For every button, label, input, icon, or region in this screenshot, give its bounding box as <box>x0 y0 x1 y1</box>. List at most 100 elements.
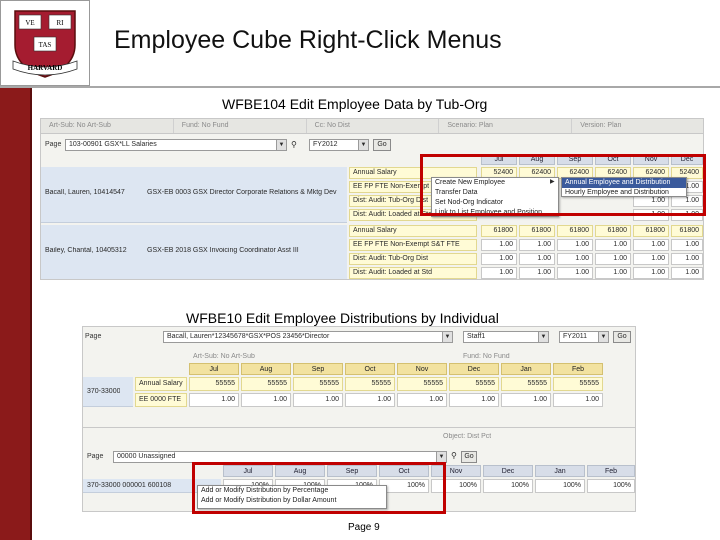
data-cell[interactable]: 1.00 <box>671 267 703 279</box>
month-header: Jan <box>535 465 585 477</box>
dist-cell[interactable]: 100% <box>587 479 635 493</box>
data-cell[interactable]: 1.00 <box>345 393 395 407</box>
data-cell[interactable]: 1.00 <box>481 267 517 279</box>
chevron-down-icon: ▼ <box>358 140 368 150</box>
data-cell[interactable]: 1.00 <box>519 239 555 251</box>
go-button-2[interactable]: Go <box>461 451 477 463</box>
dist-cell[interactable]: 100% <box>535 479 585 493</box>
month-header: Jul <box>189 363 239 375</box>
pov-art-sub[interactable]: Art-Sub: No Art-Sub <box>193 353 255 360</box>
measure-label[interactable]: Dist: Audit: Loaded at Std <box>349 267 477 279</box>
year-select-value: FY2011 <box>563 333 587 340</box>
data-cell[interactable]: 61800 <box>481 225 517 237</box>
data-cell[interactable]: 1.00 <box>241 393 291 407</box>
data-cell[interactable]: 1.00 <box>293 393 343 407</box>
data-cell[interactable]: 61800 <box>633 225 669 237</box>
page-select-value: 103-00901 GSX*LL Salaries <box>69 141 157 148</box>
month-header: Feb <box>553 363 603 375</box>
chevron-down-icon: ▼ <box>276 140 286 150</box>
highlight-box <box>192 462 446 514</box>
year-select[interactable]: FY2011 ▼ <box>559 331 609 343</box>
staff-select[interactable]: Staff1 ▼ <box>463 331 549 343</box>
logo-letters-3: TAS <box>39 41 52 49</box>
data-cell[interactable]: 61800 <box>519 225 555 237</box>
data-cell[interactable]: 55555 <box>189 377 239 391</box>
data-cell[interactable]: 55555 <box>397 377 447 391</box>
logo-banner: HARVARD <box>28 64 63 72</box>
employee-name[interactable]: Bailey, Chantal, 10405312 <box>45 247 127 254</box>
data-cell[interactable]: 55555 <box>501 377 551 391</box>
month-header: Dec <box>483 465 533 477</box>
data-cell[interactable]: 1.00 <box>481 253 517 265</box>
pov-art-sub[interactable]: Art-Sub: No Art-Sub <box>41 119 174 133</box>
data-cell[interactable]: 1.00 <box>397 393 447 407</box>
measure-label[interactable]: Annual Salary <box>135 377 187 391</box>
data-cell[interactable]: 1.00 <box>595 267 631 279</box>
data-cell[interactable]: 1.00 <box>501 393 551 407</box>
month-header: Dec <box>449 363 499 375</box>
employee-name[interactable]: Bacall, Lauren, 10414547 <box>45 189 125 196</box>
pov-fund[interactable]: Fund: No Fund <box>463 353 510 360</box>
org-label[interactable]: 370-33000 <box>87 388 120 395</box>
data-cell[interactable]: 1.00 <box>449 393 499 407</box>
data-cell[interactable]: 55555 <box>345 377 395 391</box>
data-cell[interactable]: 1.00 <box>671 239 703 251</box>
page-label: Page <box>85 333 102 340</box>
month-header: Oct <box>345 363 395 375</box>
data-cell[interactable]: 61800 <box>671 225 703 237</box>
data-cell[interactable]: 1.00 <box>595 239 631 251</box>
pov-version[interactable]: Version: Plan <box>572 119 703 133</box>
data-cell[interactable]: 1.00 <box>519 267 555 279</box>
pov-toolbar: Art-Sub: No Art-Sub Fund: No Fund Cc: No… <box>41 119 703 134</box>
binoculars-icon[interactable]: ⚲ <box>291 140 297 149</box>
data-cell[interactable]: 55555 <box>553 377 603 391</box>
data-cell[interactable]: 1.00 <box>557 239 593 251</box>
data-cell[interactable]: 55555 <box>449 377 499 391</box>
pov-cc[interactable]: Cc: No Dist <box>307 119 440 133</box>
data-cell[interactable]: 1.00 <box>595 253 631 265</box>
page-select[interactable]: 103-00901 GSX*LL Salaries ▼ <box>65 139 287 151</box>
data-cell[interactable]: 1.00 <box>633 239 669 251</box>
data-cell[interactable]: 1.00 <box>553 393 603 407</box>
measure-label[interactable]: EE FP FTE Non-Exempt S&T FTE <box>349 239 477 251</box>
month-header: Jan <box>501 363 551 375</box>
harvard-shield-icon: VE RI TAS HARVARD <box>12 10 78 78</box>
employee-position[interactable]: GSX-EB 0003 GSX Director Corporate Relat… <box>147 189 347 196</box>
pov-scenario[interactable]: Scenario: Plan <box>439 119 573 133</box>
data-cell[interactable]: 55555 <box>241 377 291 391</box>
page-label: Page <box>45 141 62 148</box>
data-cell[interactable]: 1.00 <box>671 253 703 265</box>
measure-label[interactable]: Dist: Audit: Tub-Org Dist <box>349 253 477 265</box>
pov-fund[interactable]: Fund: No Fund <box>174 119 307 133</box>
page-select-2-value: 00000 Unassigned <box>117 453 176 460</box>
page-select[interactable]: Bacall, Lauren*12345678*GSX*POS 23456*Di… <box>163 331 453 343</box>
logo-letters-2: RI <box>57 19 65 27</box>
employee-position[interactable]: GSX-EB 2018 GSX Invoicing Coordinator As… <box>147 247 347 254</box>
highlight-box <box>420 154 706 216</box>
data-cell[interactable]: 1.00 <box>633 253 669 265</box>
go-button[interactable]: Go <box>373 139 391 151</box>
data-cell[interactable]: 61800 <box>557 225 593 237</box>
month-header: Sep <box>293 363 343 375</box>
month-header: Aug <box>241 363 291 375</box>
data-cell[interactable]: 61800 <box>595 225 631 237</box>
measure-label[interactable]: EE 0000 FTE <box>135 393 187 407</box>
go-button[interactable]: Go <box>613 331 631 343</box>
year-select[interactable]: FY2012 ▼ <box>309 139 369 151</box>
data-cell[interactable]: 1.00 <box>481 239 517 251</box>
data-cell[interactable]: 55555 <box>293 377 343 391</box>
data-cell[interactable]: 1.00 <box>519 253 555 265</box>
chevron-down-icon: ▼ <box>598 332 608 342</box>
logo-letters-1: VE <box>25 19 34 27</box>
left-accent-bar-edge <box>30 88 32 540</box>
pov-object[interactable]: Object: Dist Pct <box>443 433 491 440</box>
measure-label[interactable]: Annual Salary <box>349 225 477 237</box>
data-cell[interactable]: 1.00 <box>557 253 593 265</box>
section-divider <box>83 427 635 428</box>
dist-cell[interactable]: 100% <box>483 479 533 493</box>
binoculars-icon[interactable]: ⚲ <box>451 451 457 460</box>
year-select-value: FY2012 <box>313 141 338 148</box>
data-cell[interactable]: 1.00 <box>633 267 669 279</box>
data-cell[interactable]: 1.00 <box>189 393 239 407</box>
data-cell[interactable]: 1.00 <box>557 267 593 279</box>
